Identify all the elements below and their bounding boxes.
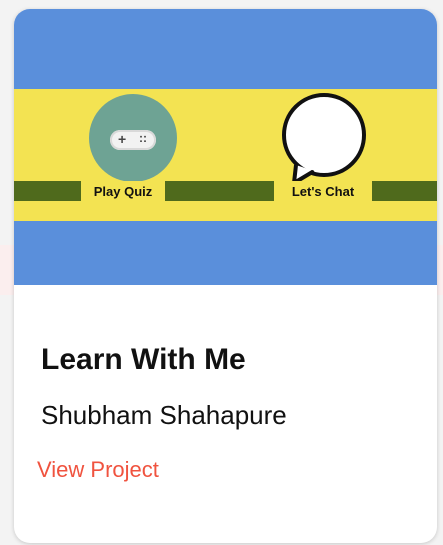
thumbnail-ground: [14, 181, 437, 201]
view-project-link[interactable]: View Project: [37, 457, 159, 483]
card-body: Learn With Me Shubham Shahapure View Pro…: [14, 285, 437, 543]
gamepad-icon: [110, 130, 156, 150]
speech-bubble-icon: [282, 93, 366, 185]
thumbnail-band: [14, 89, 437, 221]
project-card[interactable]: Play Quiz Let's Chat Learn With Me Shubh…: [14, 9, 437, 543]
play-quiz-label: Play Quiz: [81, 181, 165, 201]
project-author: Shubham Shahapure: [41, 400, 287, 430]
project-title: Learn With Me: [41, 343, 246, 376]
lets-chat-label: Let's Chat: [274, 181, 372, 201]
project-thumbnail[interactable]: Play Quiz Let's Chat: [14, 9, 437, 285]
